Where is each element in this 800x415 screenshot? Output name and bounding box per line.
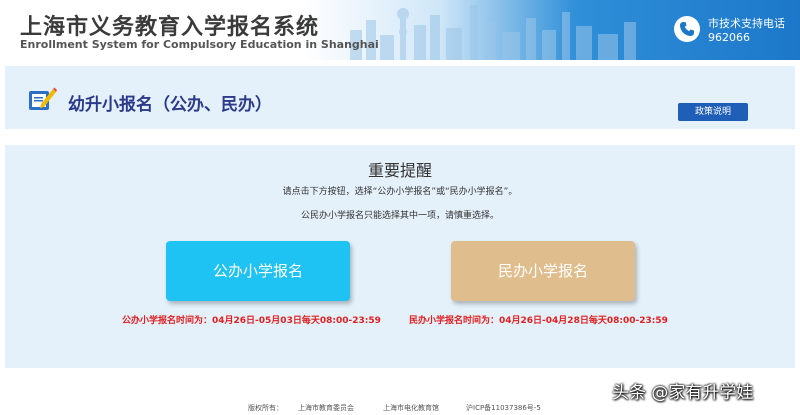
footer-org-education-commission: 上海市教育委员会 [298,404,354,412]
watermark: 头条 @家有升学娃 [612,383,754,403]
system-title: 上海市义务教育入学报名系统 [20,15,320,40]
public-school-register-button[interactable]: 公办小学报名 [166,241,350,301]
hotline-number: 962066 [708,31,750,44]
footer-org-audiovisual-center: 上海市电化教育馆 [383,404,439,412]
policy-button[interactable]: 政策说明 [678,103,748,121]
hotline-label: 市技术支持电话 [708,17,785,30]
private-school-register-button[interactable]: 民办小学报名 [451,241,635,301]
private-registration-time: 民办小学报名时间为：04月26日-04月28日每天08:00-23:59 [409,316,668,326]
footer-copyright-label: 版权所有： [248,404,283,412]
header-banner: 上海市义务教育入学报名系统 Enrollment System for Comp… [0,0,800,60]
phone-icon [674,16,700,42]
pencil-icon [29,87,57,110]
section-title: 幼升小报名（公办、民办） [68,95,272,115]
notice-instruction: 请点击下方按钮，选择“公办小学报名”或“民办小学报名”。 [282,187,518,197]
notice-title: 重要提醒 [367,161,432,180]
footer-icp-number: 沪ICP备11037386号-5 [466,404,541,412]
notice-warning: 公民办小学报名只能选择其中一项，请慎重选择。 [300,211,499,221]
system-title-english: Enrollment System for Compulsory Educati… [20,38,379,51]
public-registration-time: 公办小学报名时间为：04月26日-05月03日每天08:00-23:59 [122,316,381,326]
city-skyline-graphic [350,5,636,60]
